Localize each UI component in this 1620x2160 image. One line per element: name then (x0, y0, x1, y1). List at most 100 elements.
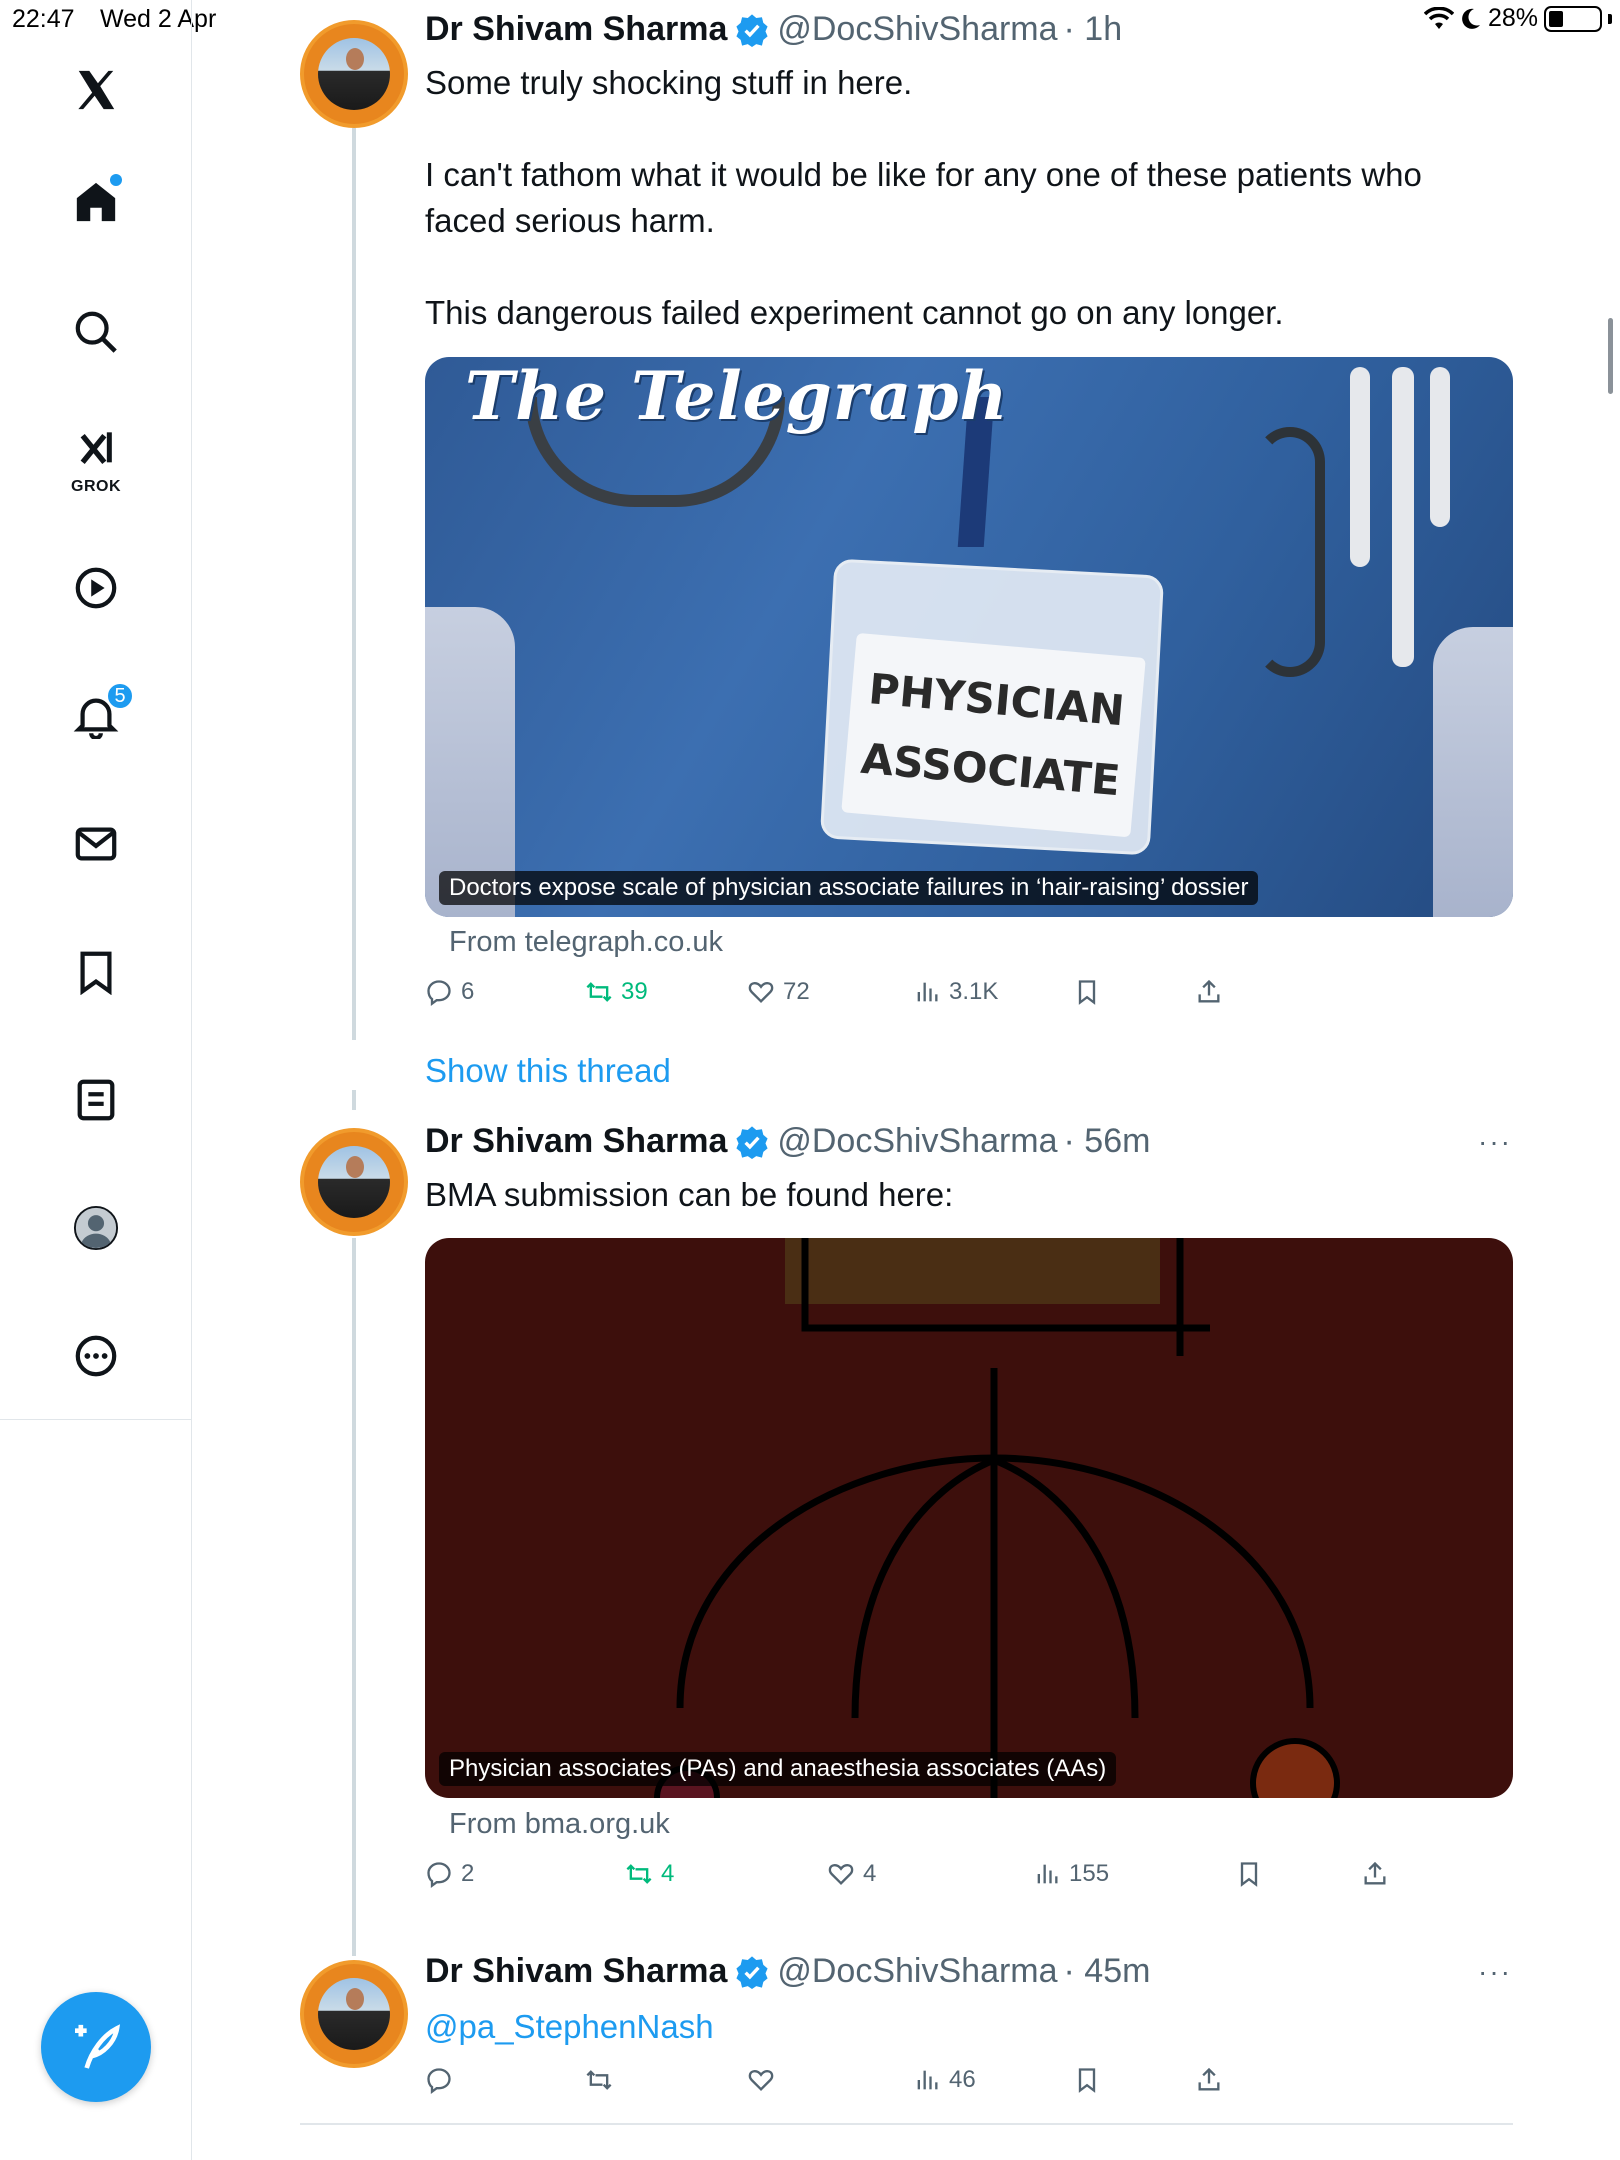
share-icon (1198, 2067, 1220, 2091)
views-button[interactable]: 155 (1033, 1860, 1109, 1888)
thread-line-2 (352, 1090, 356, 1110)
stethoscope-shape (1255, 427, 1325, 677)
bookmark-button[interactable] (1073, 978, 1101, 1006)
pens-shape (1330, 367, 1470, 767)
tweet-text: BMA submission can be found here: (425, 1172, 1505, 1218)
author-handle[interactable]: @DocShivSharma (777, 10, 1057, 49)
tweet-actions: 2 4 4 155 (425, 1860, 1525, 1900)
link-card-bma[interactable]: Physician associates (PAs) and anaesthes… (425, 1238, 1513, 1798)
show-thread-link[interactable]: Show this thread (425, 1052, 671, 1090)
thread-line-1 (352, 128, 356, 1040)
share-button[interactable] (1195, 978, 1223, 1006)
more-options-button[interactable]: ··· (1478, 1956, 1512, 1988)
views-button[interactable]: 3.1K (913, 978, 998, 1006)
messages-envelope-icon[interactable] (56, 804, 136, 884)
avatar[interactable] (300, 1128, 408, 1236)
bookmarks-icon[interactable] (56, 932, 136, 1012)
battery-tip (1608, 13, 1612, 24)
author-handle[interactable]: @DocShivSharma (777, 1952, 1057, 1991)
bookmark-button[interactable] (1073, 2066, 1101, 2094)
author-name[interactable]: Dr Shivam Sharma (425, 1122, 727, 1161)
scroll-indicator[interactable] (1608, 318, 1613, 394)
avatar[interactable] (300, 20, 408, 128)
lists-icon[interactable] (56, 1060, 136, 1140)
author-name[interactable]: Dr Shivam Sharma (425, 1952, 727, 1991)
tweet-header: Dr Shivam Sharma @DocShivSharma · 1h (425, 10, 1122, 49)
repost-icon (586, 2070, 612, 2090)
tweet-line: This dangerous failed experiment cannot … (425, 294, 1284, 331)
bookmark-button[interactable] (1235, 1860, 1263, 1888)
reply-count: 6 (461, 978, 475, 1005)
verified-badge-icon (736, 1125, 768, 1159)
x-logo-icon[interactable] (56, 50, 136, 130)
verified-badge-icon (736, 13, 768, 47)
more-circle-icon[interactable] (56, 1316, 136, 1396)
grok-icon[interactable]: GROK (56, 418, 136, 498)
battery-icon (1544, 5, 1602, 32)
share-button[interactable] (1195, 2066, 1223, 2094)
id-badge-card: PHYSICIAN ASSOCIATE (841, 632, 1146, 838)
mention-link[interactable]: @pa_StephenNash (425, 2008, 714, 2045)
profile-avatar-icon[interactable] (56, 1188, 136, 1268)
tweet-header: Dr Shivam Sharma @DocShivSharma · 56m (425, 1122, 1150, 1161)
like-button[interactable]: 72 (747, 978, 810, 1006)
views-chart-icon (917, 982, 938, 1002)
thread-line-3 (352, 1238, 356, 1956)
like-count: 72 (783, 978, 810, 1005)
timeline-divider (300, 2123, 1513, 2125)
reply-button[interactable]: 6 (425, 978, 474, 1006)
home-icon[interactable] (56, 162, 136, 242)
tweet-line: Some truly shocking stuff in here. (425, 64, 913, 101)
link-card-telegraph[interactable]: PHYSICIAN ASSOCIATE The Telegraph Doctor… (425, 357, 1513, 917)
share-icon (1198, 979, 1220, 1003)
reply-button[interactable] (425, 2066, 453, 2094)
repost-button[interactable] (585, 2066, 613, 2094)
moon-icon (1462, 8, 1480, 29)
views-button[interactable]: 46 (913, 2066, 976, 2094)
heart-icon (748, 2070, 774, 2091)
reply-button[interactable]: 2 (425, 1860, 474, 1888)
like-button[interactable] (747, 2066, 775, 2094)
video-icon[interactable] (56, 548, 136, 628)
tweet-line: BMA submission can be found here: (425, 1176, 954, 1213)
author-name[interactable]: Dr Shivam Sharma (425, 10, 727, 49)
reply-icon (427, 1862, 451, 1888)
grok-label: GROK (71, 478, 121, 495)
avatar[interactable] (300, 1960, 408, 2068)
sidebar: GROK 5 (0, 0, 192, 1420)
like-button[interactable]: 4 (827, 1860, 876, 1888)
bookmark-icon (1078, 980, 1096, 1005)
repost-button[interactable]: 4 (625, 1860, 674, 1888)
views-count: 46 (949, 2066, 976, 2093)
repost-icon (586, 982, 612, 1002)
compose-button[interactable] (41, 1992, 151, 2102)
card-illustration (654, 1238, 1340, 1798)
search-icon[interactable] (56, 292, 136, 372)
tweet-time[interactable]: · 1h (1064, 10, 1123, 49)
reply-icon (427, 980, 451, 1006)
heart-icon (828, 1864, 854, 1885)
heart-icon (748, 982, 774, 1003)
repost-button[interactable]: 39 (585, 978, 648, 1006)
tweet-time[interactable]: · 56m (1064, 1122, 1151, 1161)
verified-badge-icon (736, 1955, 768, 1989)
share-button[interactable] (1361, 1860, 1389, 1888)
tweet-time[interactable]: · 45m (1064, 1952, 1151, 1991)
bookmark-icon (1078, 2068, 1096, 2093)
tweet-line: faced serious harm. (425, 202, 715, 239)
views-chart-icon (1037, 1864, 1058, 1884)
author-handle[interactable]: @DocShivSharma (777, 1122, 1057, 1161)
views-count: 3.1K (949, 978, 999, 1005)
more-options-button[interactable]: ··· (1478, 1126, 1512, 1158)
repost-icon (626, 1864, 652, 1884)
share-icon (1364, 1861, 1386, 1885)
card-source[interactable]: From telegraph.co.uk (449, 926, 723, 959)
notifications-bell-icon[interactable]: 5 (56, 676, 136, 756)
tweet-actions: 6 39 72 3.1K (425, 978, 1525, 1018)
card-source[interactable]: From bma.org.uk (449, 1808, 670, 1841)
notifications-badge: 5 (106, 682, 134, 710)
battery-percent: 28% (1487, 4, 1538, 32)
like-count: 4 (863, 1860, 877, 1887)
